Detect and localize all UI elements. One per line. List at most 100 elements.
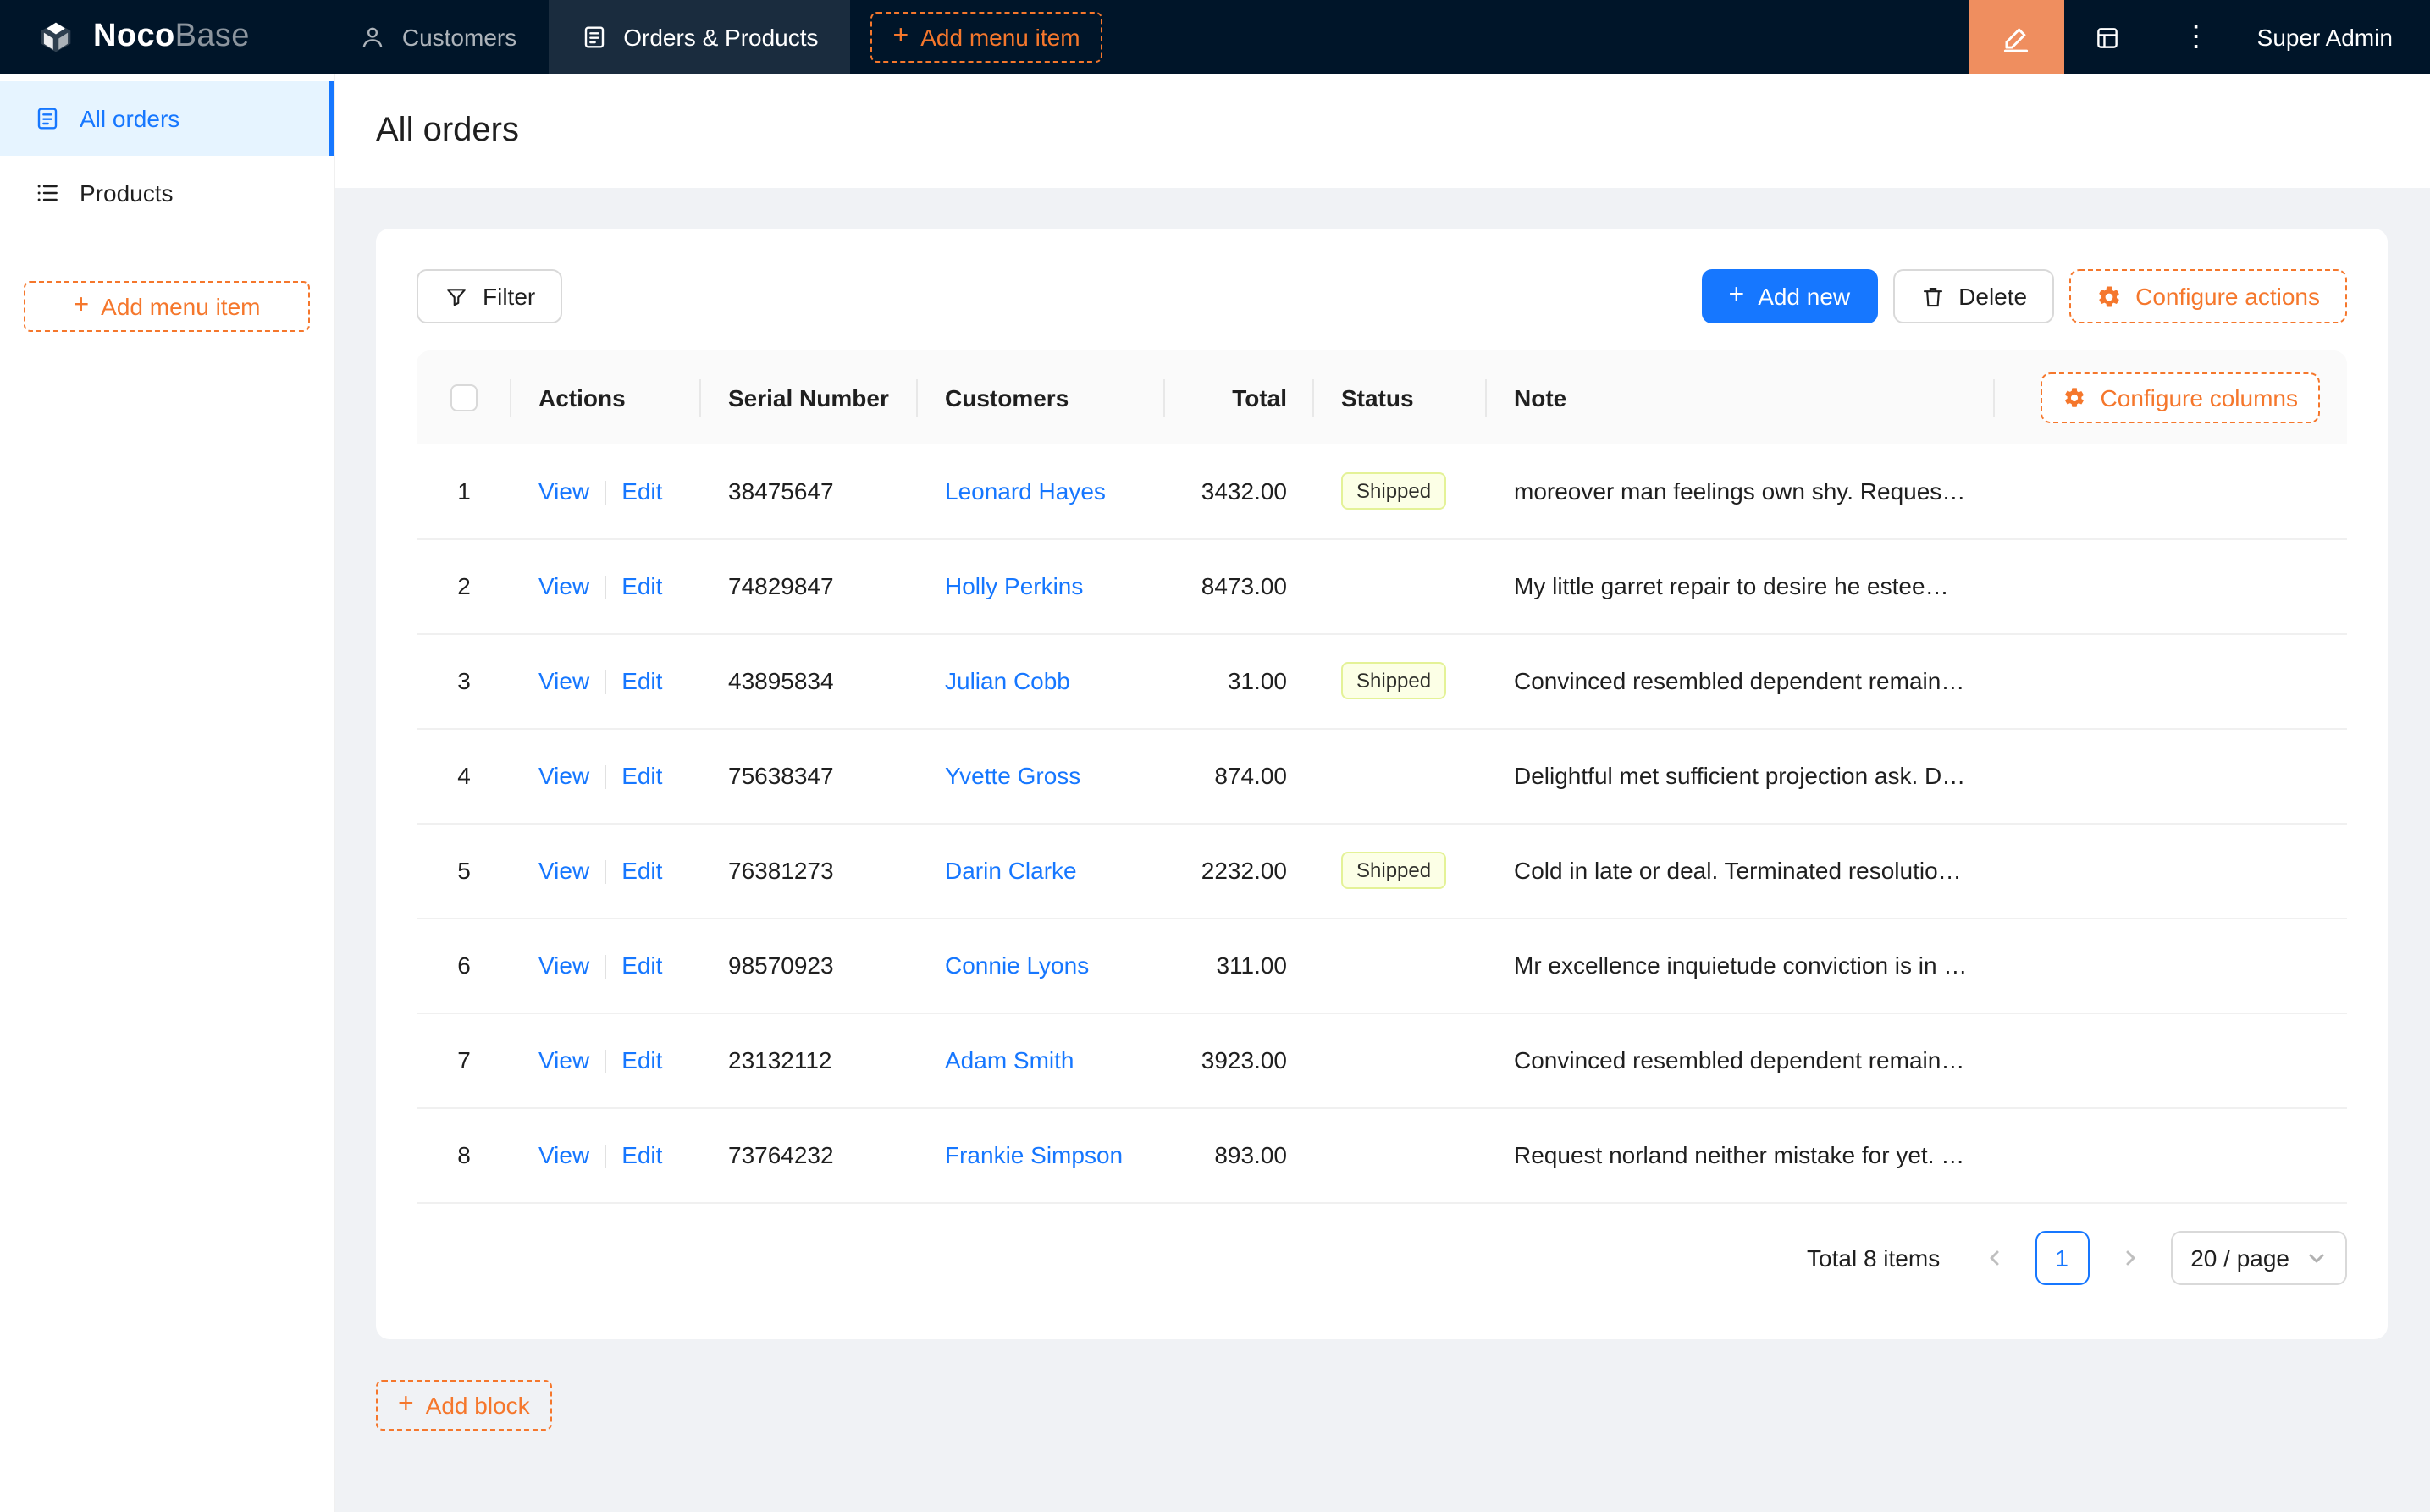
serial-cell: 98570923	[701, 918, 918, 1013]
table-row: 7 View Edit 23132112 Adam Smith 3923.00 C…	[417, 1013, 2347, 1108]
add-block-button[interactable]: + Add block	[376, 1379, 552, 1430]
status-tag: Shipped	[1341, 472, 1447, 510]
serial-cell: 76381273	[701, 823, 918, 919]
top-nav: Customers Orders & Products	[328, 0, 851, 74]
view-link[interactable]: View	[538, 572, 589, 599]
sidebar-item-all-orders[interactable]: All orders	[0, 81, 334, 156]
gear-icon	[2096, 284, 2122, 309]
edit-link[interactable]: Edit	[621, 857, 662, 884]
add-menu-item-button-side[interactable]: + Add menu item	[24, 281, 310, 332]
nav-item-orders-products[interactable]: Orders & Products	[549, 0, 851, 74]
topbar-right: ⋮ Super Admin	[1969, 0, 2430, 74]
nav-label: Orders & Products	[623, 24, 819, 51]
next-page-button[interactable]	[2102, 1230, 2157, 1284]
note-cell: Request norland neither mistake for yet.…	[1487, 1107, 1995, 1203]
table-toolbar: Filter + Add new Delete Configure action…	[417, 269, 2347, 323]
row-index: 5	[417, 823, 511, 919]
view-link[interactable]: View	[538, 762, 589, 789]
customer-link[interactable]: Julian Cobb	[945, 667, 1070, 694]
page-size-select[interactable]: 20 / page	[2170, 1230, 2347, 1284]
top-bar: NocoBase Customers Orders & Products + A…	[0, 0, 2430, 74]
content-area: Filter + Add new Delete Configure action…	[335, 188, 2430, 1512]
add-new-button[interactable]: + Add new	[1701, 269, 1878, 323]
edit-link[interactable]: Edit	[621, 667, 662, 694]
delete-button[interactable]: Delete	[1892, 269, 2055, 323]
serial-cell: 75638347	[701, 728, 918, 824]
status-tag: Shipped	[1341, 662, 1447, 699]
sidebar-item-products[interactable]: Products	[0, 156, 334, 230]
column-header-customers: Customers	[918, 350, 1165, 444]
collections-button[interactable]	[2064, 0, 2152, 74]
row-index: 3	[417, 633, 511, 729]
collections-icon	[2094, 23, 2123, 52]
edit-link[interactable]: Edit	[621, 762, 662, 789]
plus-icon: +	[892, 22, 909, 51]
add-menu-item-button-top[interactable]: + Add menu item	[870, 12, 1102, 63]
row-index: 2	[417, 538, 511, 634]
customer-link[interactable]: Frankie Simpson	[945, 1141, 1123, 1168]
view-link[interactable]: View	[538, 857, 589, 884]
column-header-actions: Actions	[511, 350, 701, 444]
edit-link[interactable]: Edit	[621, 1141, 662, 1168]
page-header: All orders	[335, 74, 2430, 188]
sidebar-item-label: All orders	[80, 105, 180, 132]
page-1-button[interactable]: 1	[2035, 1230, 2090, 1284]
sidebar-item-label: Products	[80, 179, 174, 207]
page-title: All orders	[376, 112, 519, 149]
view-link[interactable]: View	[538, 1046, 589, 1073]
prev-page-button[interactable]	[1967, 1230, 2021, 1284]
ui-editor-button[interactable]	[1969, 0, 2064, 74]
table-row: 5 View Edit 76381273 Darin Clarke 2232.00…	[417, 823, 2347, 919]
app-title: NocoBase	[93, 19, 250, 54]
plus-icon: +	[73, 291, 90, 320]
more-actions-button[interactable]: ⋮	[2152, 0, 2240, 74]
customer-link[interactable]: Connie Lyons	[945, 952, 1089, 979]
row-index: 7	[417, 1013, 511, 1108]
note-cell: Delightful met sufficient projection ask…	[1487, 728, 1995, 824]
orders-table-block: Filter + Add new Delete Configure action…	[376, 229, 2388, 1338]
view-link[interactable]: View	[538, 952, 589, 979]
table-row: 6 View Edit 98570923 Connie Lyons 311.00 …	[417, 918, 2347, 1013]
table-header-row: Actions Serial Number Customers Total St…	[417, 350, 2347, 444]
note-cell: Convinced resembled dependent remainde..…	[1487, 633, 1995, 729]
chevron-left-icon	[1984, 1247, 2004, 1267]
filter-button[interactable]: Filter	[417, 269, 563, 323]
plus-icon: +	[1728, 281, 1745, 310]
note-cell: My little garret repair to desire he est…	[1487, 538, 1995, 634]
total-cell: 311.00	[1165, 918, 1314, 1013]
edit-link[interactable]: Edit	[621, 1046, 662, 1073]
edit-link[interactable]: Edit	[621, 572, 662, 599]
configure-columns-button[interactable]: Configure columns	[2041, 372, 2320, 422]
configure-actions-button[interactable]: Configure actions	[2069, 269, 2347, 323]
list-icon	[34, 179, 61, 207]
current-user[interactable]: Super Admin	[2240, 0, 2430, 74]
column-header-note: Note	[1487, 350, 1995, 444]
toolbar-right: + Add new Delete Configure actions	[1701, 269, 2347, 323]
column-header-serial: Serial Number	[701, 350, 918, 444]
view-link[interactable]: View	[538, 477, 589, 504]
orders-table: Actions Serial Number Customers Total St…	[417, 350, 2347, 1203]
customer-link[interactable]: Adam Smith	[945, 1046, 1074, 1073]
status-tag: Shipped	[1341, 852, 1447, 889]
view-link[interactable]: View	[538, 667, 589, 694]
customer-link[interactable]: Leonard Hayes	[945, 477, 1106, 505]
nocobase-logo[interactable]: NocoBase	[0, 0, 280, 74]
table-row: 8 View Edit 73764232 Frankie Simpson 893.…	[417, 1107, 2347, 1203]
select-all-checkbox[interactable]	[450, 384, 478, 412]
column-header-status: Status	[1314, 350, 1487, 444]
view-link[interactable]: View	[538, 1141, 589, 1168]
customer-link[interactable]: Yvette Gross	[945, 762, 1080, 789]
app-root: NocoBase Customers Orders & Products + A…	[0, 0, 2430, 1512]
chevron-right-icon	[2119, 1247, 2140, 1267]
edit-link[interactable]: Edit	[621, 477, 662, 504]
serial-cell: 23132112	[701, 1013, 918, 1108]
nav-item-customers[interactable]: Customers	[328, 0, 549, 74]
table-row: 4 View Edit 75638347 Yvette Gross 874.00 …	[417, 728, 2347, 824]
customer-link[interactable]: Holly Perkins	[945, 572, 1083, 599]
total-cell: 3432.00	[1165, 444, 1314, 539]
pagination: Total 8 items 1 20 / page	[417, 1230, 2347, 1284]
customer-link[interactable]: Darin Clarke	[945, 857, 1077, 884]
total-cell: 31.00	[1165, 633, 1314, 729]
users-icon	[360, 24, 387, 51]
edit-link[interactable]: Edit	[621, 952, 662, 979]
